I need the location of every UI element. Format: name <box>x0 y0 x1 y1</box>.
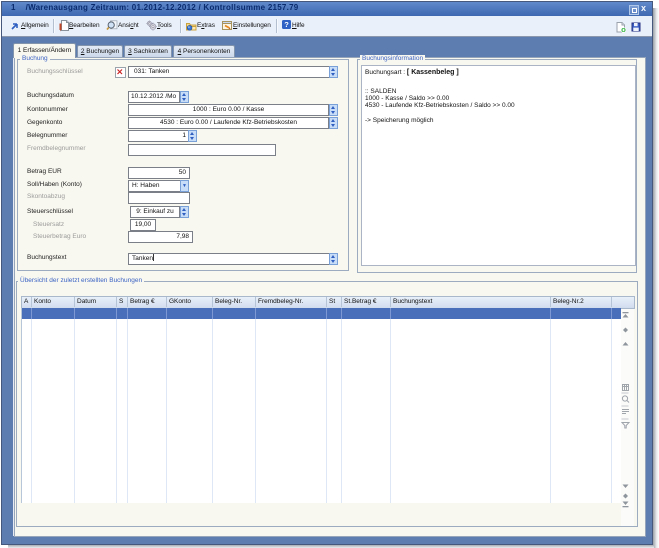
svg-text:?: ? <box>284 20 289 29</box>
